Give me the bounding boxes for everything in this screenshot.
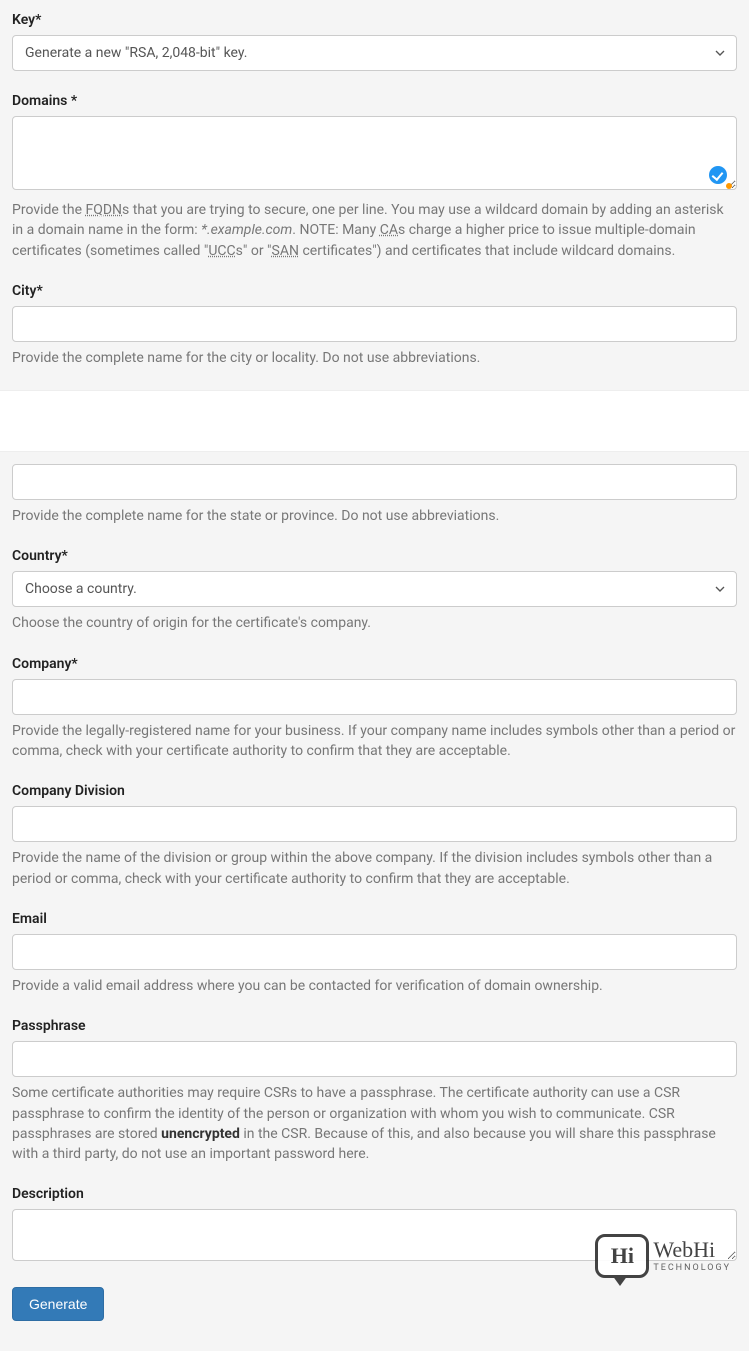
field-company: Company* Provide the legally-registered … [12,656,737,762]
field-domains: Domains * Provide the FQDNs that you are… [12,93,737,261]
description-textarea[interactable] [12,1209,737,1261]
field-state: Provide the complete name for the state … [12,464,737,526]
domains-help-part: . NOTE: Many [292,222,379,238]
domains-help: Provide the FQDNs that you are trying to… [12,200,737,261]
field-country: Country* Choose a country. Choose the co… [12,548,737,633]
field-key: Key* Generate a new "RSA, 2,048-bit" key… [12,12,737,71]
field-passphrase: Passphrase Some certificate authorities … [12,1018,737,1164]
domains-wrapper [12,116,737,194]
email-help: Provide a valid email address where you … [12,976,737,996]
country-select[interactable]: Choose a country. [12,571,737,607]
country-label: Country* [12,548,737,564]
overlay-gap [0,390,749,452]
domains-help-part: s" or " [236,243,272,259]
city-help: Provide the complete name for the city o… [12,348,737,368]
domains-help-part: certificates") and certificates that inc… [299,243,675,259]
domains-example: *.example.com [201,222,292,238]
city-label: City* [12,283,737,299]
abbr-san: SAN [272,243,299,259]
key-label: Key* [12,12,737,28]
company-input[interactable] [12,679,737,715]
csr-form: Key* Generate a new "RSA, 2,048-bit" key… [0,0,749,1351]
division-input[interactable] [12,806,737,842]
company-help: Provide the legally-registered name for … [12,721,737,762]
field-division: Company Division Provide the name of the… [12,783,737,889]
field-email: Email Provide a valid email address wher… [12,911,737,996]
description-label: Description [12,1186,737,1202]
country-help: Choose the country of origin for the cer… [12,613,737,633]
grammar-check-icon [709,166,727,184]
generate-button[interactable]: Generate [12,1287,104,1321]
city-input[interactable] [12,306,737,342]
abbr-ca: CA [380,222,398,238]
state-input[interactable] [12,464,737,500]
abbr-ucc: UCC [208,243,235,259]
abbr-fqdn: FQDN [86,202,123,218]
division-label: Company Division [12,783,737,799]
state-help: Provide the complete name for the state … [12,506,737,526]
passphrase-input[interactable] [12,1041,737,1077]
grammar-dot-icon [726,183,732,189]
field-description: Description [12,1186,737,1265]
field-city: City* Provide the complete name for the … [12,283,737,368]
email-label: Email [12,911,737,927]
passphrase-help: Some certificate authorities may require… [12,1083,737,1164]
passphrase-label: Passphrase [12,1018,737,1034]
domains-label: Domains * [12,93,737,109]
division-help: Provide the name of the division or grou… [12,848,737,889]
company-label: Company* [12,656,737,672]
email-input[interactable] [12,934,737,970]
domains-textarea[interactable] [12,116,737,190]
passphrase-help-strong: unencrypted [161,1126,240,1142]
domains-help-part: Provide the [12,202,86,218]
key-select[interactable]: Generate a new "RSA, 2,048-bit" key. [12,35,737,71]
